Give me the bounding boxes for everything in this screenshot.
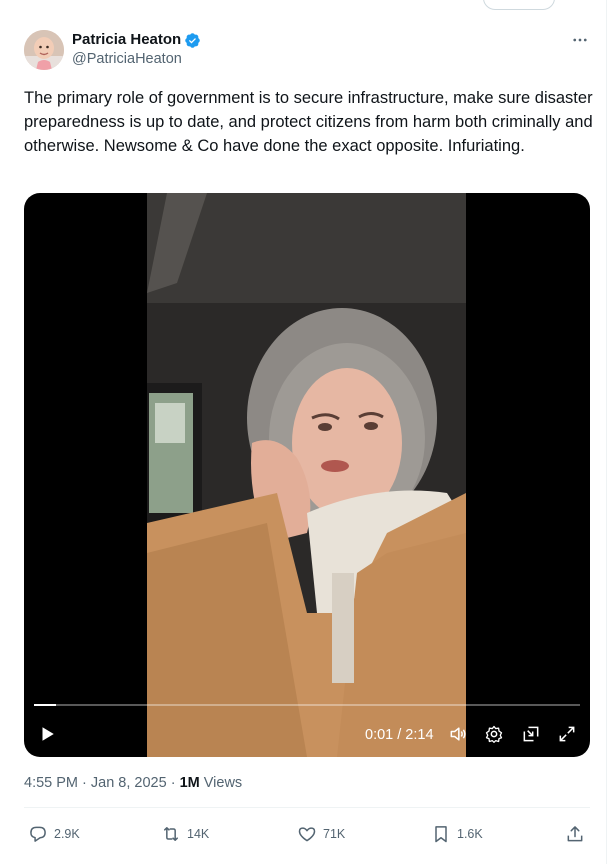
meta-separator: ·: [78, 775, 91, 791]
tweet-metadata: 4:55 PM · Jan 8, 2025 · 1M Views: [24, 775, 242, 791]
verified-badge-icon: [185, 32, 200, 48]
bookmark-count: 1.6K: [457, 827, 483, 841]
tweet-actions: 2.9K 14K 71K 1.6K: [24, 820, 590, 848]
repost-icon: [164, 827, 178, 841]
column-border: [606, 0, 607, 864]
author-display-name[interactable]: Patricia Heaton: [72, 31, 181, 49]
avatar-image: [24, 30, 64, 70]
video-frame[interactable]: [147, 193, 466, 757]
tweet-text: The primary role of government is to sec…: [24, 89, 593, 155]
tweet-date[interactable]: Jan 8, 2025: [91, 775, 167, 791]
video-still-image: [147, 193, 466, 757]
bookmark-button[interactable]: 1.6K: [431, 820, 483, 848]
heart-icon: [298, 827, 316, 842]
author-handle[interactable]: @PatriciaHeaton: [72, 51, 182, 67]
top-partial-button[interactable]: [483, 0, 555, 10]
video-progress-fill: [34, 704, 56, 706]
like-count: 71K: [323, 827, 346, 841]
like-button[interactable]: 71K: [297, 820, 345, 848]
views-label: Views: [199, 775, 243, 791]
settings-icon[interactable]: [484, 724, 504, 744]
meta-separator: ·: [166, 775, 180, 791]
ellipsis-icon: [573, 38, 587, 42]
tweet-time[interactable]: 4:55 PM: [24, 775, 78, 791]
repost-button[interactable]: 14K: [161, 820, 209, 848]
video-player[interactable]: 0:01 / 2:14: [24, 193, 590, 757]
play-icon[interactable]: [38, 725, 56, 743]
avatar[interactable]: [24, 30, 64, 70]
reply-icon: [30, 826, 46, 842]
reply-count: 2.9K: [54, 827, 80, 841]
bookmark-icon: [435, 826, 447, 843]
more-options-button[interactable]: [570, 30, 590, 50]
share-icon: [567, 826, 583, 842]
video-time: 0:01 / 2:14: [365, 727, 434, 743]
video-progress-bar[interactable]: [34, 704, 580, 706]
divider: [24, 807, 590, 808]
author-name-row[interactable]: Patricia Heaton: [72, 31, 201, 49]
video-controls: 0:01 / 2:14: [24, 721, 590, 749]
pip-icon[interactable]: [521, 724, 541, 744]
views-count: 1M: [179, 775, 200, 791]
repost-count: 14K: [187, 827, 210, 841]
reply-button[interactable]: 2.9K: [28, 820, 80, 848]
volume-icon[interactable]: [448, 724, 468, 744]
fullscreen-icon[interactable]: [557, 724, 577, 744]
share-button[interactable]: [565, 820, 585, 848]
tweet-header: Patricia Heaton @PatriciaHeaton: [24, 30, 590, 70]
